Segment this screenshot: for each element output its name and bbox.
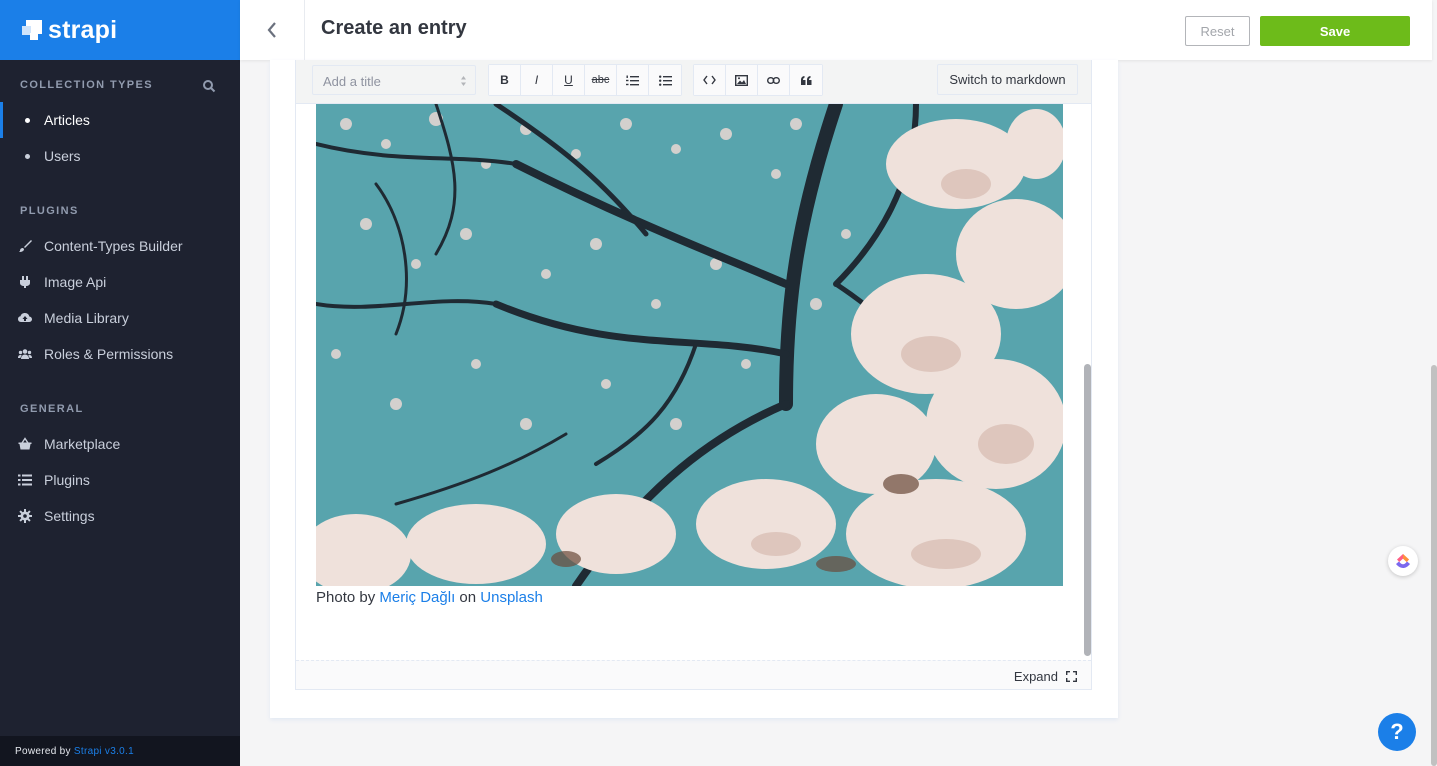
powered-by-text: Powered by — [15, 746, 71, 757]
editor-toolbar: Add a title B I U abc Switch to markdown — [296, 60, 1091, 104]
bullet-icon — [25, 118, 30, 123]
brand-header[interactable]: strapi — [0, 0, 240, 60]
caption-prefix: Photo by — [316, 589, 376, 606]
image-icon — [735, 74, 748, 86]
sidebar-item-settings[interactable]: Settings — [0, 498, 240, 534]
expand-button[interactable]: Expand — [1014, 669, 1077, 684]
top-header: Create an entry Reset Save — [240, 0, 1432, 60]
sidebar-item-users[interactable]: Users — [0, 138, 240, 174]
switch-to-markdown-button[interactable]: Switch to markdown — [937, 64, 1078, 95]
plug-icon — [20, 276, 30, 288]
users-icon — [18, 349, 32, 359]
strapi-version-link[interactable]: Strapi v3.0.1 — [74, 746, 134, 757]
bullet-list-icon — [658, 75, 672, 86]
gear-icon — [18, 509, 32, 523]
cloud-upload-icon — [18, 313, 32, 322]
insert-button-group — [693, 64, 823, 96]
sidebar-item-label: Content-Types Builder — [44, 238, 183, 254]
fullscreen-icon — [1066, 671, 1077, 682]
reset-button[interactable]: Reset — [1185, 16, 1250, 46]
heading-select[interactable]: Add a title — [312, 65, 476, 95]
link-icon — [767, 76, 780, 84]
back-button[interactable] — [240, 0, 305, 60]
code-icon — [703, 75, 716, 85]
caption-middle: on — [459, 589, 477, 606]
sidebar-item-image-api[interactable]: Image Api — [0, 264, 240, 300]
editor-footer: Expand — [296, 660, 1091, 689]
expand-label: Expand — [1013, 669, 1058, 684]
collection-types-heading: COLLECTION TYPES — [20, 79, 154, 91]
sidebar: strapi COLLECTION TYPES Articles Users P… — [0, 0, 240, 766]
format-button-group: B I U abc — [488, 64, 682, 96]
underline-button[interactable]: U — [553, 65, 585, 95]
chevron-left-icon — [267, 22, 276, 38]
numbered-list-button[interactable] — [617, 65, 649, 95]
help-button[interactable]: ? — [1378, 713, 1416, 751]
basket-icon — [18, 437, 32, 450]
sidebar-item-label: Roles & Permissions — [44, 346, 174, 362]
sidebar-item-label: Media Library — [44, 310, 129, 326]
plugins-heading: PLUGINS — [20, 205, 79, 217]
image-button[interactable] — [726, 65, 758, 95]
magnolia-photo — [316, 104, 1063, 586]
sidebar-item-label: Settings — [44, 508, 95, 524]
author-link[interactable]: Meriç Dağlı — [379, 589, 455, 606]
sidebar-item-label: Plugins — [44, 472, 90, 488]
italic-button[interactable]: I — [521, 65, 553, 95]
sidebar-item-label: Users — [44, 148, 81, 164]
search-icon[interactable] — [202, 79, 216, 93]
powered-by-footer: Powered by Strapi v3.0.1 — [0, 736, 240, 766]
brand-name: strapi — [48, 15, 118, 44]
sidebar-item-marketplace[interactable]: Marketplace — [0, 426, 240, 462]
sidebar-item-label: Image Api — [44, 274, 107, 290]
general-heading: GENERAL — [20, 403, 84, 415]
sidebar-item-roles-permissions[interactable]: Roles & Permissions — [0, 336, 240, 372]
strikethrough-button[interactable]: abc — [585, 65, 617, 95]
paintbrush-icon — [19, 240, 32, 252]
link-button[interactable] — [758, 65, 790, 95]
select-arrows-icon — [461, 76, 466, 86]
heading-select-value: Add a title — [323, 74, 381, 89]
sidebar-item-plugins[interactable]: Plugins — [0, 462, 240, 498]
clickup-logo-icon — [1396, 554, 1410, 568]
list-icon — [18, 474, 32, 486]
sidebar-item-label: Marketplace — [44, 436, 121, 452]
save-button[interactable]: Save — [1260, 16, 1410, 46]
quote-button[interactable] — [790, 65, 822, 95]
editor-content[interactable]: Photo by Meriç Dağlı on Unsplash — [296, 104, 1091, 660]
sidebar-item-articles[interactable]: Articles — [0, 102, 240, 138]
code-button[interactable] — [694, 65, 726, 95]
numbered-list-icon — [626, 75, 639, 85]
strapi-logo-icon — [22, 20, 42, 40]
photo-caption: Photo by Meriç Dağlı on Unsplash — [316, 589, 543, 606]
wysiwyg-editor: Add a title B I U abc Switch to markdown… — [295, 60, 1092, 690]
quote-icon — [800, 75, 811, 85]
clickup-extension-button[interactable] — [1388, 546, 1418, 576]
editor-scrollbar[interactable] — [1084, 364, 1091, 656]
unsplash-link[interactable]: Unsplash — [480, 589, 543, 606]
entry-form-card: Add a title B I U abc Switch to markdown… — [270, 60, 1118, 718]
page-scrollbar[interactable] — [1431, 365, 1437, 766]
sidebar-item-label: Articles — [44, 112, 90, 128]
bullet-list-button[interactable] — [649, 65, 681, 95]
page-title: Create an entry — [321, 17, 467, 39]
sidebar-item-content-types-builder[interactable]: Content-Types Builder — [0, 228, 240, 264]
bold-button[interactable]: B — [489, 65, 521, 95]
sidebar-item-media-library[interactable]: Media Library — [0, 300, 240, 336]
bullet-icon — [25, 154, 30, 159]
